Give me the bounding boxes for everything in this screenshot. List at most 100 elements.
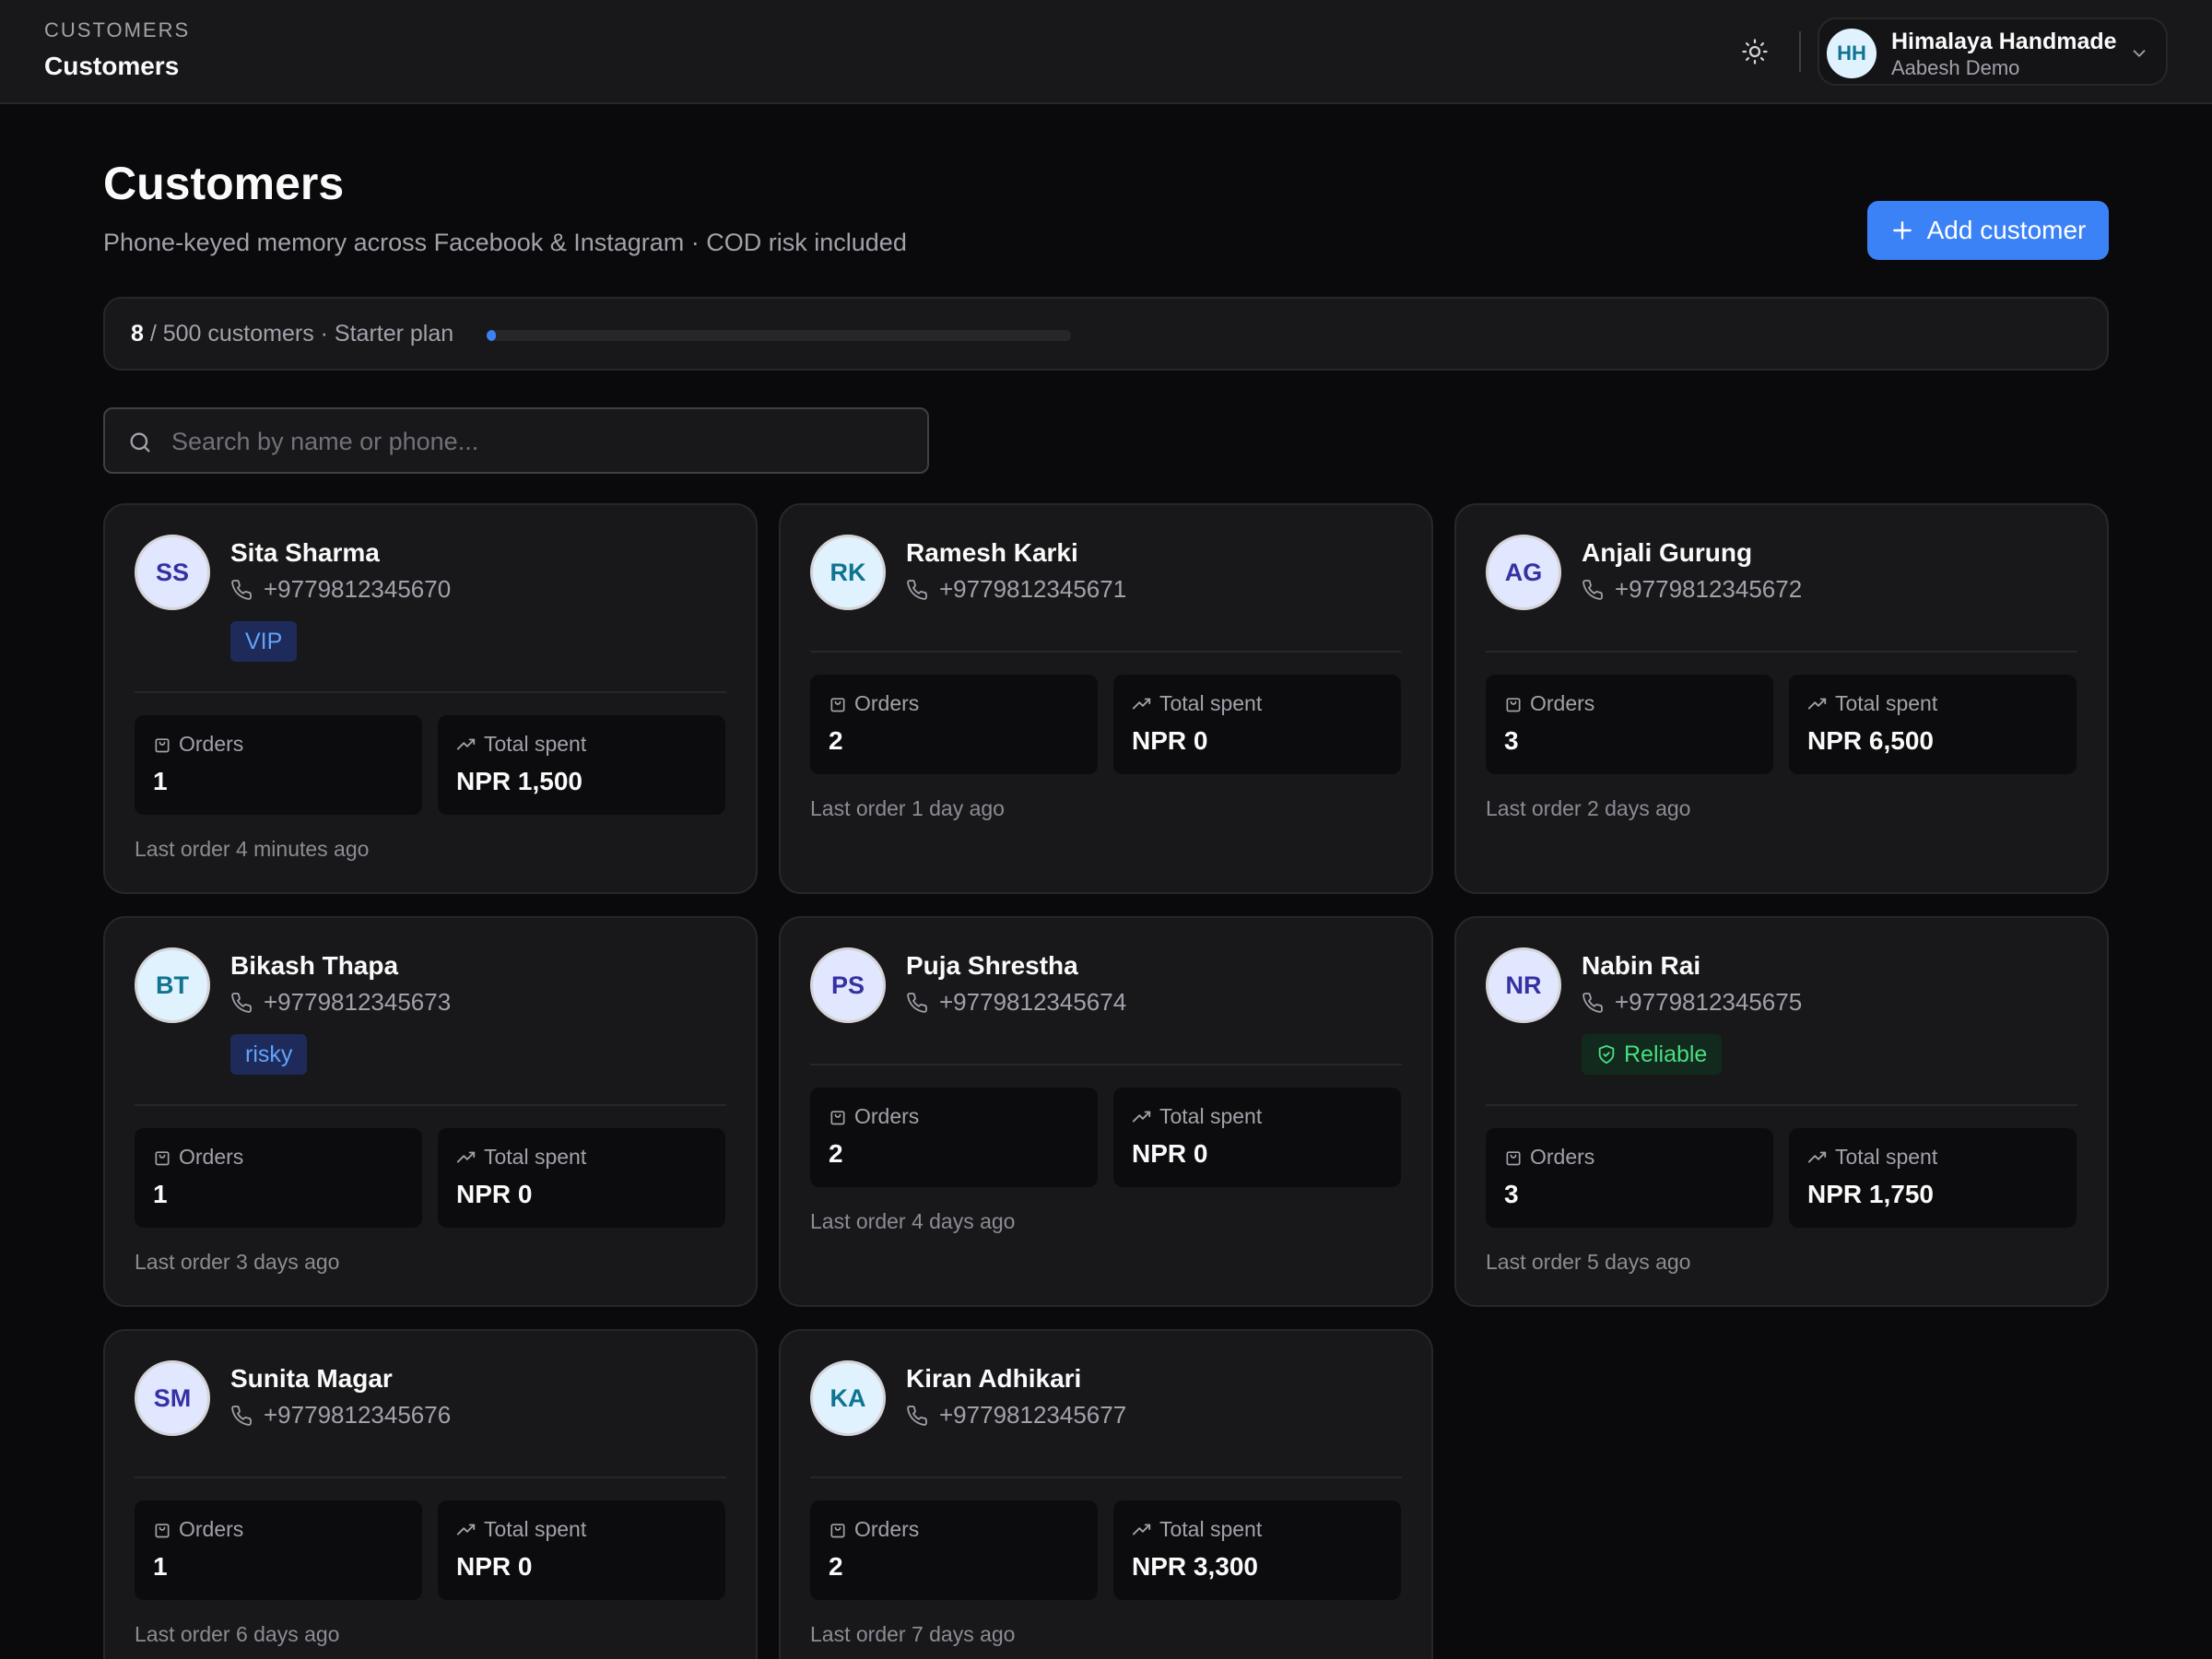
phone-number: +9779812345674 <box>939 988 1127 1016</box>
customer-tag-badge: VIP <box>230 621 298 662</box>
customer-avatar: PS <box>810 947 886 1023</box>
breadcrumb-section: CUSTOMERS <box>44 18 191 41</box>
total-spent-value: NPR 3,300 <box>1132 1552 1258 1581</box>
customer-card[interactable]: BT Bikash Thapa +9779812345673 risky Ord… <box>103 916 758 1307</box>
last-order-text: Last order 6 days ago <box>135 1622 340 1646</box>
header-divider <box>1799 31 1801 72</box>
search-icon <box>130 432 150 453</box>
theme-toggle-button[interactable] <box>1733 33 1777 70</box>
customer-avatar: AG <box>1486 535 1561 610</box>
orders-value: 1 <box>153 1552 168 1581</box>
orders-stat: Orders 1 <box>135 715 422 815</box>
customer-name: Sita Sharma <box>230 538 380 567</box>
phone-number: +9779812345671 <box>939 575 1127 603</box>
orders-stat: Orders 2 <box>810 1088 1098 1187</box>
phone-icon <box>1583 992 1603 1013</box>
phone-number: +9779812345673 <box>264 988 452 1016</box>
phone-icon <box>231 1405 252 1426</box>
customer-name: Kiran Adhikari <box>906 1364 1082 1393</box>
total-spent-label-text: Total spent <box>484 1145 587 1169</box>
orders-value: 2 <box>829 726 843 755</box>
orders-value: 1 <box>153 767 168 795</box>
customer-phone: +9779812345672 <box>1582 575 1802 604</box>
total-spent-stat: Total spent NPR 0 <box>438 1500 725 1600</box>
customer-card[interactable]: PS Puja Shrestha +9779812345674 Orders 2 <box>779 916 1433 1307</box>
badge-label: VIP <box>245 628 283 654</box>
customer-phone: +9779812345676 <box>230 1401 451 1430</box>
phone-icon <box>1583 579 1603 600</box>
sun-icon <box>1742 39 1768 65</box>
shopping-bag-icon <box>830 1110 845 1124</box>
customer-card[interactable]: KA Kiran Adhikari +9779812345677 Orders … <box>779 1329 1433 1659</box>
customer-tag-badge: Reliable <box>1582 1034 1723 1075</box>
trending-up-icon <box>456 738 476 749</box>
customer-card[interactable]: SM Sunita Magar +9779812345676 Orders 1 <box>103 1329 758 1659</box>
orders-label-text: Orders <box>179 1517 244 1541</box>
breadcrumb-page: Customers <box>44 52 180 80</box>
total-spent-label-text: Total spent <box>484 1517 587 1541</box>
shopping-bag-icon <box>155 737 170 752</box>
customer-card[interactable]: AG Anjali Gurung +9779812345672 Orders 3 <box>1454 503 2109 894</box>
usage-text: 8 / 500 customers · Starter plan <box>131 321 453 347</box>
customer-phone: +9779812345674 <box>906 988 1126 1017</box>
org-switcher[interactable]: HH Himalaya Handmade Aabesh Demo <box>1818 18 2168 86</box>
orders-label-text: Orders <box>179 1145 244 1169</box>
total-spent-label: Total spent <box>456 1517 586 1542</box>
trending-up-icon <box>1132 698 1151 709</box>
badge-label: Reliable <box>1624 1041 1708 1067</box>
last-order-text: Last order 2 days ago <box>1486 796 1691 820</box>
customer-avatar: KA <box>810 1360 886 1436</box>
card-divider <box>1486 1104 2077 1106</box>
orders-label-text: Orders <box>854 1104 920 1128</box>
phone-number: +9779812345677 <box>939 1401 1127 1429</box>
total-spent-stat: Total spent NPR 6,500 <box>1789 675 2077 774</box>
phone-number: +9779812345675 <box>1615 988 1803 1016</box>
phone-icon <box>907 579 927 600</box>
last-order-text: Last order 4 days ago <box>810 1209 1016 1233</box>
customer-name: Puja Shrestha <box>906 951 1078 980</box>
usage-current: 8 <box>131 321 144 347</box>
total-spent-value: NPR 0 <box>1132 1139 1208 1168</box>
total-spent-stat: Total spent NPR 0 <box>438 1128 725 1228</box>
orders-label: Orders <box>829 691 919 716</box>
phone-icon <box>231 992 252 1013</box>
customer-phone: +9779812345677 <box>906 1401 1126 1430</box>
phone-number: +9779812345676 <box>264 1401 452 1429</box>
trending-up-icon <box>456 1151 476 1162</box>
orders-stat: Orders 1 <box>135 1128 422 1228</box>
customer-phone: +9779812345673 <box>230 988 451 1017</box>
orders-label-text: Orders <box>179 732 244 756</box>
card-divider <box>810 1064 1402 1065</box>
search-box <box>103 407 929 474</box>
orders-stat: Orders 3 <box>1486 1128 1773 1228</box>
customer-card[interactable]: NR Nabin Rai +9779812345675 Reliable Ord… <box>1454 916 2109 1307</box>
customer-name: Ramesh Karki <box>906 538 1078 567</box>
total-spent-label-text: Total spent <box>1159 1517 1263 1541</box>
card-divider <box>810 1477 1402 1478</box>
last-order-text: Last order 7 days ago <box>810 1622 1016 1646</box>
total-spent-value: NPR 0 <box>456 1180 533 1208</box>
total-spent-stat: Total spent NPR 0 <box>1113 675 1401 774</box>
trending-up-icon <box>1132 1111 1151 1122</box>
shield-check-icon <box>1598 1044 1615 1065</box>
add-customer-label: Add customer <box>1926 216 2087 244</box>
add-customer-button[interactable]: Add customer <box>1867 201 2109 260</box>
search-input[interactable] <box>171 420 909 463</box>
org-avatar: HH <box>1827 29 1877 78</box>
total-spent-stat: Total spent NPR 1,500 <box>438 715 725 815</box>
total-spent-value: NPR 1,500 <box>456 767 582 795</box>
card-divider <box>135 1104 726 1106</box>
customer-card[interactable]: SS Sita Sharma +9779812345670 VIP Orders… <box>103 503 758 894</box>
customer-phone: +9779812345675 <box>1582 988 1802 1017</box>
customer-phone: +9779812345670 <box>230 575 451 604</box>
customer-avatar: SM <box>135 1360 210 1436</box>
org-subtitle: Aabesh Demo <box>1891 56 2020 79</box>
total-spent-label-text: Total spent <box>1835 691 1938 715</box>
card-divider <box>135 1477 726 1478</box>
usage-limit: / 500 customers · Starter plan <box>143 321 454 347</box>
plus-icon <box>1892 221 1912 240</box>
orders-stat: Orders 2 <box>810 1500 1098 1600</box>
customer-card[interactable]: RK Ramesh Karki +9779812345671 Orders 2 <box>779 503 1433 894</box>
orders-stat: Orders 3 <box>1486 675 1773 774</box>
total-spent-label-text: Total spent <box>1159 1104 1263 1128</box>
